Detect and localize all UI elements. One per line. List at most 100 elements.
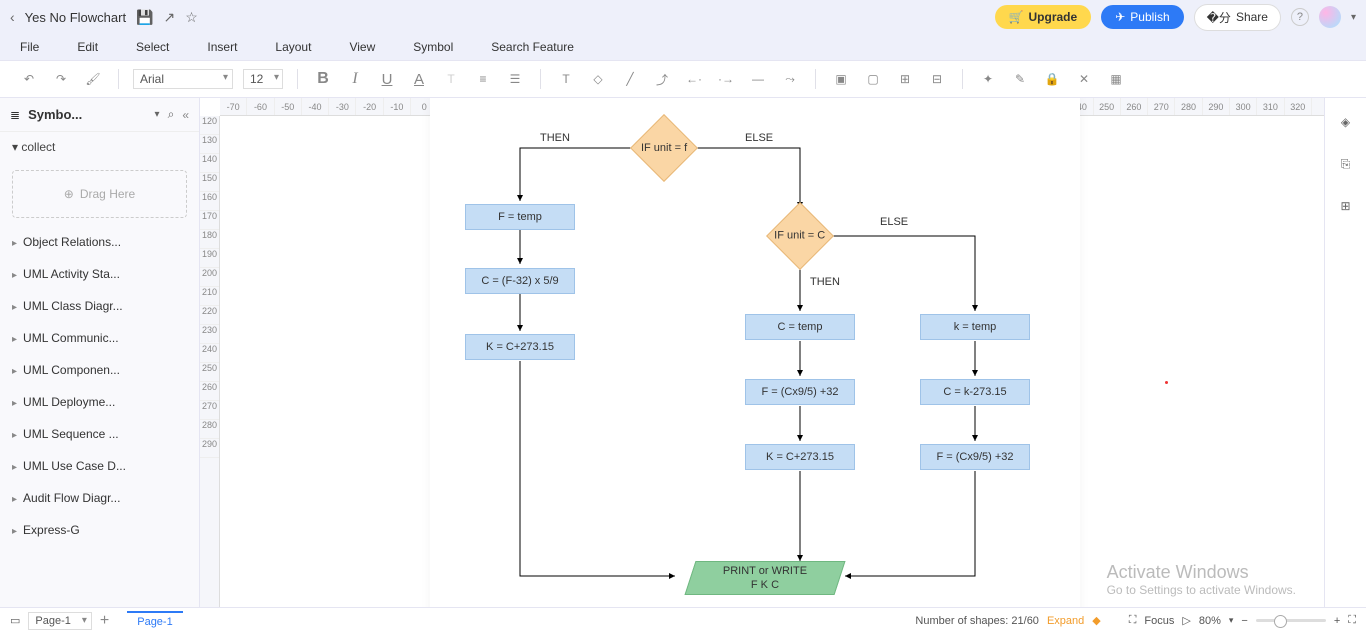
zoom-value[interactable]: 80% — [1199, 615, 1221, 627]
menu-file[interactable]: File — [20, 40, 39, 54]
text-tool-icon[interactable]: T — [555, 68, 577, 90]
decision-unit-c[interactable]: IF unit = C — [766, 202, 834, 270]
menu-insert[interactable]: Insert — [207, 40, 237, 54]
grid-icon[interactable]: ⊞ — [1336, 196, 1356, 216]
cat-0[interactable]: Object Relations... — [0, 226, 199, 258]
underline-icon[interactable]: U — [376, 68, 398, 90]
cursor-dot — [1165, 381, 1168, 384]
upgrade-button[interactable]: 🛒 Upgrade — [995, 5, 1092, 29]
align-left-icon[interactable]: ≡ — [472, 68, 494, 90]
menu-search-feature[interactable]: Search Feature — [491, 40, 574, 54]
fontsize-select[interactable]: 12 — [243, 69, 283, 89]
menu-select[interactable]: Select — [136, 40, 169, 54]
ai-icon[interactable]: ✦ — [977, 68, 999, 90]
cat-8[interactable]: Audit Flow Diagr... — [0, 482, 199, 514]
menu-edit[interactable]: Edit — [77, 40, 98, 54]
bold-icon[interactable]: B — [312, 68, 334, 90]
edit-icon[interactable]: ✎ — [1009, 68, 1031, 90]
cat-9[interactable]: Express-G — [0, 514, 199, 546]
cat-6[interactable]: UML Sequence ... — [0, 418, 199, 450]
share-button[interactable]: �分 Share — [1194, 4, 1281, 31]
arrow-end-icon[interactable]: ·→ — [715, 68, 737, 90]
node-c-conv[interactable]: C = (F-32) x 5/9 — [465, 268, 575, 294]
drag-label: Drag Here — [80, 187, 135, 201]
export-icon[interactable]: ↗ — [164, 9, 176, 26]
line-jump-icon[interactable]: ⤳ — [779, 68, 801, 90]
node-f-conv[interactable]: F = (Cx9/5) +32 — [745, 379, 855, 405]
else-label-1: ELSE — [745, 132, 773, 144]
italic-icon[interactable]: I — [344, 68, 366, 90]
node-k-conv2[interactable]: K = C+273.15 — [745, 444, 855, 470]
zoom-in-icon[interactable]: + — [1334, 615, 1340, 627]
cat-5[interactable]: UML Deployme... — [0, 386, 199, 418]
node-f-conv2[interactable]: F = (Cx9/5) +32 — [920, 444, 1030, 470]
print-l2: F K C — [751, 579, 779, 591]
fontcolor-icon[interactable]: A — [408, 68, 430, 90]
text-height-icon[interactable]: T — [440, 68, 462, 90]
tools-icon[interactable]: ✕ — [1073, 68, 1095, 90]
page-select[interactable]: Page-1 — [28, 612, 91, 630]
align-center-icon[interactable]: ☰ — [504, 68, 526, 90]
shape-style-icon[interactable]: ◈ — [1336, 112, 1356, 132]
line-style-icon[interactable]: — — [747, 68, 769, 90]
decision-unit-f[interactable]: IF unit = f — [630, 114, 698, 182]
front-icon[interactable]: ▣ — [830, 68, 852, 90]
focus-frame-icon[interactable]: ⛶ — [1129, 614, 1137, 627]
lock-icon[interactable]: 🔒 — [1041, 68, 1063, 90]
import-icon[interactable]: ⎘ — [1336, 154, 1356, 174]
publish-label: Publish — [1130, 10, 1169, 24]
pages-icon[interactable]: ▭ — [10, 614, 20, 627]
line-icon[interactable]: ╱ — [619, 68, 641, 90]
expand-link[interactable]: Expand — [1047, 615, 1084, 627]
cat-4[interactable]: UML Componen... — [0, 354, 199, 386]
back-icon2[interactable]: ▢ — [862, 68, 884, 90]
fullscreen-icon[interactable]: ⛶ — [1348, 614, 1356, 627]
zoom-slider[interactable] — [1256, 619, 1326, 622]
menu-view[interactable]: View — [349, 40, 375, 54]
upgrade-label: Upgrade — [1029, 10, 1078, 24]
fill-icon[interactable]: ◇ — [587, 68, 609, 90]
star-icon[interactable]: ☆ — [185, 9, 198, 26]
search-icon[interactable]: ⌕ — [168, 107, 175, 122]
redo-icon[interactable]: ↷ — [50, 68, 72, 90]
publish-button[interactable]: ✈ Publish — [1101, 5, 1183, 29]
sidebar-caret-icon[interactable]: ▾ — [155, 109, 160, 120]
cat-3[interactable]: UML Communic... — [0, 322, 199, 354]
focus-label[interactable]: Focus — [1144, 615, 1174, 627]
brush-icon[interactable]: 🖌 — [82, 68, 104, 90]
node-print[interactable]: PRINT or WRITE F K C — [684, 561, 845, 595]
zoom-caret-icon[interactable]: ▾ — [1229, 615, 1234, 626]
help-icon[interactable]: ? — [1291, 8, 1309, 26]
page-tab[interactable]: Page-1 — [127, 611, 182, 631]
play-icon[interactable]: ▷ — [1182, 614, 1190, 627]
undo-icon[interactable]: ↶ — [18, 68, 40, 90]
collect-section[interactable]: ▾ collect — [0, 132, 199, 162]
menu-symbol[interactable]: Symbol — [413, 40, 453, 54]
avatar[interactable] — [1319, 6, 1341, 28]
drag-zone[interactable]: ⊕ Drag Here — [12, 170, 187, 218]
d1-label: IF unit = f — [641, 142, 687, 154]
back-icon[interactable]: ‹ — [10, 9, 15, 25]
node-c-conv2[interactable]: C = k-273.15 — [920, 379, 1030, 405]
add-page-icon[interactable]: + — [100, 612, 109, 630]
font-select[interactable]: Arial — [133, 69, 233, 89]
zoom-out-icon[interactable]: − — [1241, 615, 1247, 627]
cat-7[interactable]: UML Use Case D... — [0, 450, 199, 482]
cat-1[interactable]: UML Activity Sta... — [0, 258, 199, 290]
connector-icon[interactable]: ⤴ — [651, 68, 673, 90]
node-k-conv[interactable]: K = C+273.15 — [465, 334, 575, 360]
node-f-temp[interactable]: F = temp — [465, 204, 575, 230]
ungroup-icon[interactable]: ⊟ — [926, 68, 948, 90]
canvas[interactable]: -70-60-50-40-30-20-100102030405060708090… — [200, 98, 1324, 607]
arrow-start-icon[interactable]: ←· — [683, 68, 705, 90]
table-icon[interactable]: ▦ — [1105, 68, 1127, 90]
menu-layout[interactable]: Layout — [275, 40, 311, 54]
print-l1: PRINT or WRITE — [723, 565, 807, 577]
group-icon[interactable]: ⊞ — [894, 68, 916, 90]
cat-2[interactable]: UML Class Diagr... — [0, 290, 199, 322]
node-c-temp[interactable]: C = temp — [745, 314, 855, 340]
save-icon[interactable]: 💾 — [136, 9, 153, 26]
collapse-icon[interactable]: « — [182, 108, 189, 122]
avatar-caret-icon[interactable]: ▾ — [1351, 12, 1356, 23]
node-k-temp[interactable]: k = temp — [920, 314, 1030, 340]
